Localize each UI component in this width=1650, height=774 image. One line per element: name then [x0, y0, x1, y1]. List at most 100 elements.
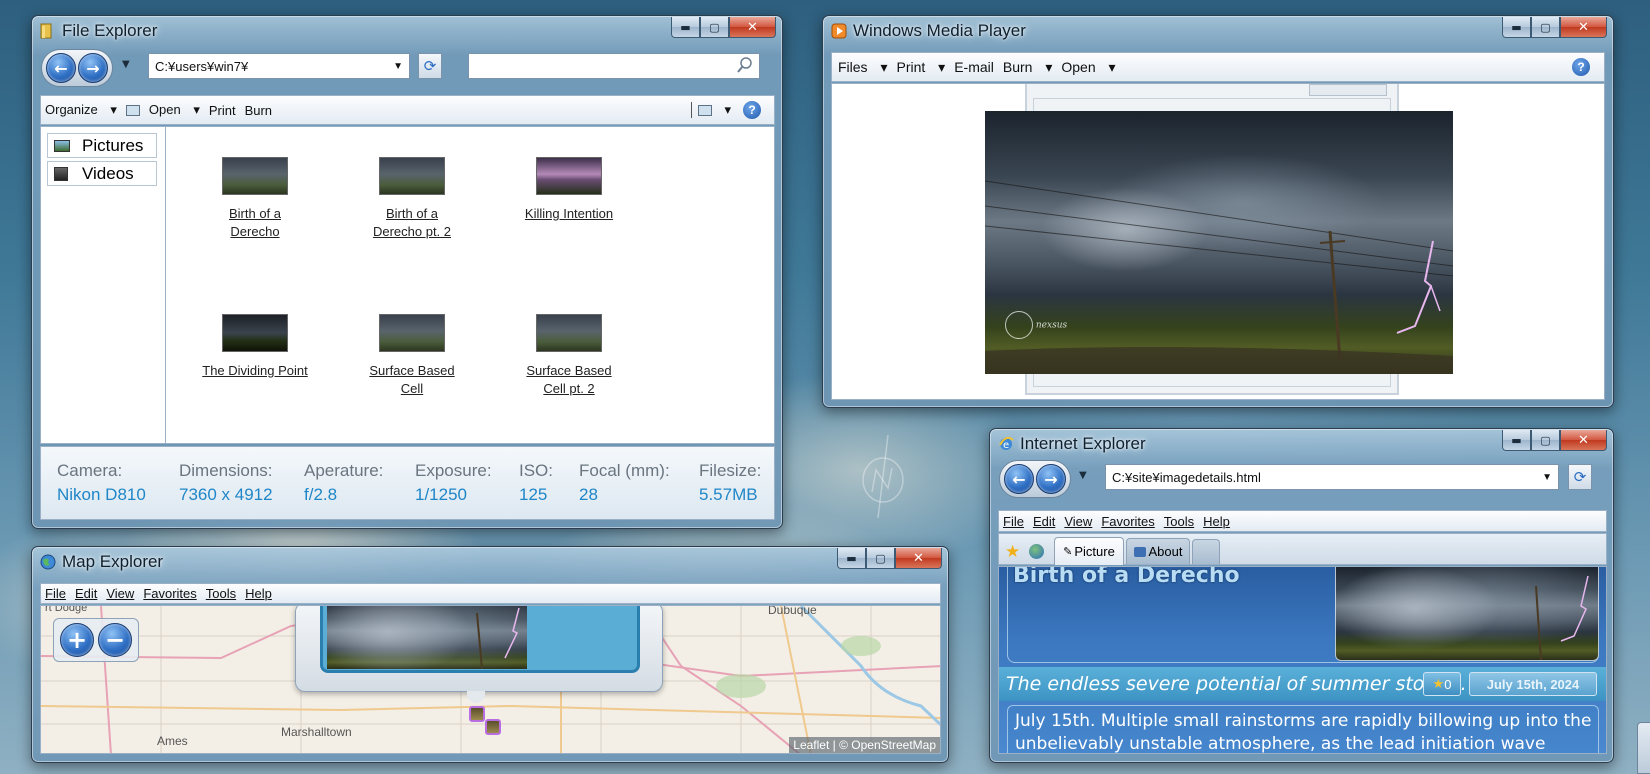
tab-about[interactable]: About — [1126, 538, 1190, 564]
zoom-out-button[interactable]: − — [98, 623, 132, 657]
menu-burn[interactable]: Burn ▾ — [1003, 59, 1053, 76]
map-label-dodge: rt Dodge — [45, 605, 88, 614]
detail-label: Aperature: — [304, 461, 384, 480]
close-button[interactable]: ✕ — [729, 17, 776, 38]
map-view[interactable]: rt Dodge Dubuque Marshalltown Ames + − L… — [40, 605, 941, 754]
attribution-osm-link[interactable]: © OpenStreetMap — [839, 738, 936, 752]
page-title: Birth of a Derecho — [1013, 566, 1240, 588]
minimize-button[interactable]: ▬ — [671, 17, 700, 38]
file-item[interactable]: Killing Intention — [504, 157, 634, 223]
forward-button[interactable]: → — [78, 53, 108, 83]
file-item[interactable]: Birth of a Derecho — [190, 157, 320, 241]
file-item[interactable]: Surface Based Cell pt. 2 — [504, 314, 634, 398]
menu-open[interactable]: Open ▾ — [1061, 59, 1115, 76]
sidebar-item-videos[interactable]: Videos — [47, 161, 157, 186]
file-name-line2: Cell — [400, 381, 424, 396]
file-name-line2: Derecho — [230, 224, 280, 239]
file-toolbar: Organize ▾ Open ▾ Print Burn ▾ ? — [40, 95, 775, 125]
star-rating-button[interactable]: ★ 0 — [1423, 672, 1461, 696]
menu-edit[interactable]: Edit — [1033, 514, 1055, 529]
file-item[interactable]: Surface Based Cell — [347, 314, 477, 398]
maximize-button[interactable]: ▢ — [1531, 430, 1560, 451]
media-player-viewport: nexsus — [831, 83, 1605, 400]
map-explorer-titlebar[interactable]: Map Explorer — [32, 547, 948, 577]
back-button[interactable]: ← — [1004, 464, 1034, 494]
address-bar[interactable]: C:¥site¥imagedetails.html ▼ — [1105, 464, 1559, 490]
zoom-in-button[interactable]: + — [60, 623, 94, 657]
arrow-right-icon: → — [86, 58, 100, 78]
file-name-line1: Birth of a — [385, 206, 439, 221]
refresh-button[interactable]: ⟳ — [418, 53, 442, 79]
map-popup[interactable] — [295, 606, 663, 692]
menu-tools[interactable]: Tools — [1164, 514, 1194, 529]
history-dropdown-icon[interactable]: ▼ — [1079, 470, 1087, 481]
refresh-button[interactable]: ⟳ — [1568, 464, 1592, 490]
detail-value: 28 — [579, 485, 598, 504]
minimize-button[interactable]: ▬ — [1502, 17, 1531, 38]
forward-button[interactable]: → — [1036, 464, 1066, 494]
sidebar-item-pictures[interactable]: Pictures — [47, 133, 157, 158]
file-item[interactable]: The Dividing Point — [190, 314, 320, 380]
address-dropdown-icon[interactable]: ▼ — [393, 61, 403, 72]
open-menu[interactable]: Open ▾ — [125, 102, 200, 118]
detail-value: f/2.8 — [304, 485, 338, 504]
maximize-button[interactable]: ▢ — [700, 17, 729, 38]
menu-favorites[interactable]: Favorites — [143, 586, 196, 601]
menu-print[interactable]: Print ▾ — [896, 59, 945, 76]
menu-help[interactable]: Help — [245, 586, 272, 601]
refresh-icon: ⟳ — [423, 57, 437, 75]
attribution-leaflet-link[interactable]: Leaflet — [793, 738, 829, 752]
menu-view[interactable]: View — [106, 586, 134, 601]
internet-explorer-window: e Internet Explorer ▬ ▢ ✕ ← → ▼ C:¥site¥… — [989, 428, 1614, 763]
menu-files[interactable]: Files ▾ — [838, 59, 887, 76]
close-button[interactable]: ✕ — [895, 548, 942, 569]
address-text: C:¥users¥win7¥ — [155, 58, 249, 74]
search-input[interactable] — [468, 53, 760, 79]
file-explorer-titlebar[interactable]: File Explorer — [32, 16, 782, 46]
menu-file[interactable]: File — [1003, 514, 1024, 529]
history-dropdown-icon[interactable]: ▼ — [122, 59, 130, 70]
maximize-button[interactable]: ▢ — [866, 548, 895, 569]
tab-picture[interactable]: ✎ Picture — [1054, 537, 1124, 565]
address-bar[interactable]: C:¥users¥win7¥ ▼ — [148, 53, 410, 79]
print-button[interactable]: Print — [209, 103, 236, 118]
star-icon: ★ — [1432, 676, 1445, 691]
tab-new[interactable] — [1192, 539, 1220, 564]
map-marker[interactable] — [485, 719, 501, 735]
minimize-button[interactable]: ▬ — [837, 548, 866, 569]
media-player-titlebar[interactable]: Windows Media Player — [823, 16, 1613, 46]
offscreen-window-edge[interactable] — [1637, 722, 1650, 774]
file-item[interactable]: Birth of a Derecho pt. 2 — [347, 157, 477, 241]
help-icon[interactable]: ? — [1572, 58, 1590, 76]
maximize-button[interactable]: ▢ — [1531, 17, 1560, 38]
file-explorer-window: File Explorer ▬ ▢ ✕ ← → ▼ C:¥users¥win7¥… — [31, 15, 783, 529]
back-button[interactable]: ← — [46, 53, 76, 83]
address-dropdown-icon[interactable]: ▼ — [1542, 472, 1552, 483]
help-icon[interactable]: ? — [743, 101, 761, 119]
view-options-button[interactable]: ▾ — [690, 102, 731, 118]
menu-email[interactable]: E-mail — [954, 59, 994, 75]
close-button[interactable]: ✕ — [1560, 17, 1607, 38]
nav-buttons: ← → — [999, 460, 1071, 498]
favorites-star-icon[interactable]: ★ — [1005, 542, 1020, 562]
map-marker[interactable] — [469, 706, 485, 722]
arrow-right-icon: → — [1044, 469, 1058, 489]
detail-label: Camera: — [57, 461, 123, 480]
file-thumbnail — [222, 314, 288, 352]
videos-icon — [54, 166, 68, 181]
menu-favorites[interactable]: Favorites — [1101, 514, 1154, 529]
menu-label: Open — [1061, 58, 1096, 75]
menu-file[interactable]: File — [45, 586, 66, 601]
file-thumbnail — [379, 157, 445, 195]
menu-edit[interactable]: Edit — [75, 586, 97, 601]
map-label-dubuque: Dubuque — [768, 605, 817, 617]
minimize-button[interactable]: ▬ — [1502, 430, 1531, 451]
menu-help[interactable]: Help — [1203, 514, 1230, 529]
burn-button[interactable]: Burn — [245, 103, 272, 118]
add-favorite-icon[interactable] — [1029, 544, 1044, 559]
nav-buttons: ← → — [41, 49, 113, 87]
close-button[interactable]: ✕ — [1560, 430, 1607, 451]
organize-menu[interactable]: Organize ▾ — [45, 102, 117, 118]
menu-tools[interactable]: Tools — [206, 586, 236, 601]
menu-view[interactable]: View — [1064, 514, 1092, 529]
